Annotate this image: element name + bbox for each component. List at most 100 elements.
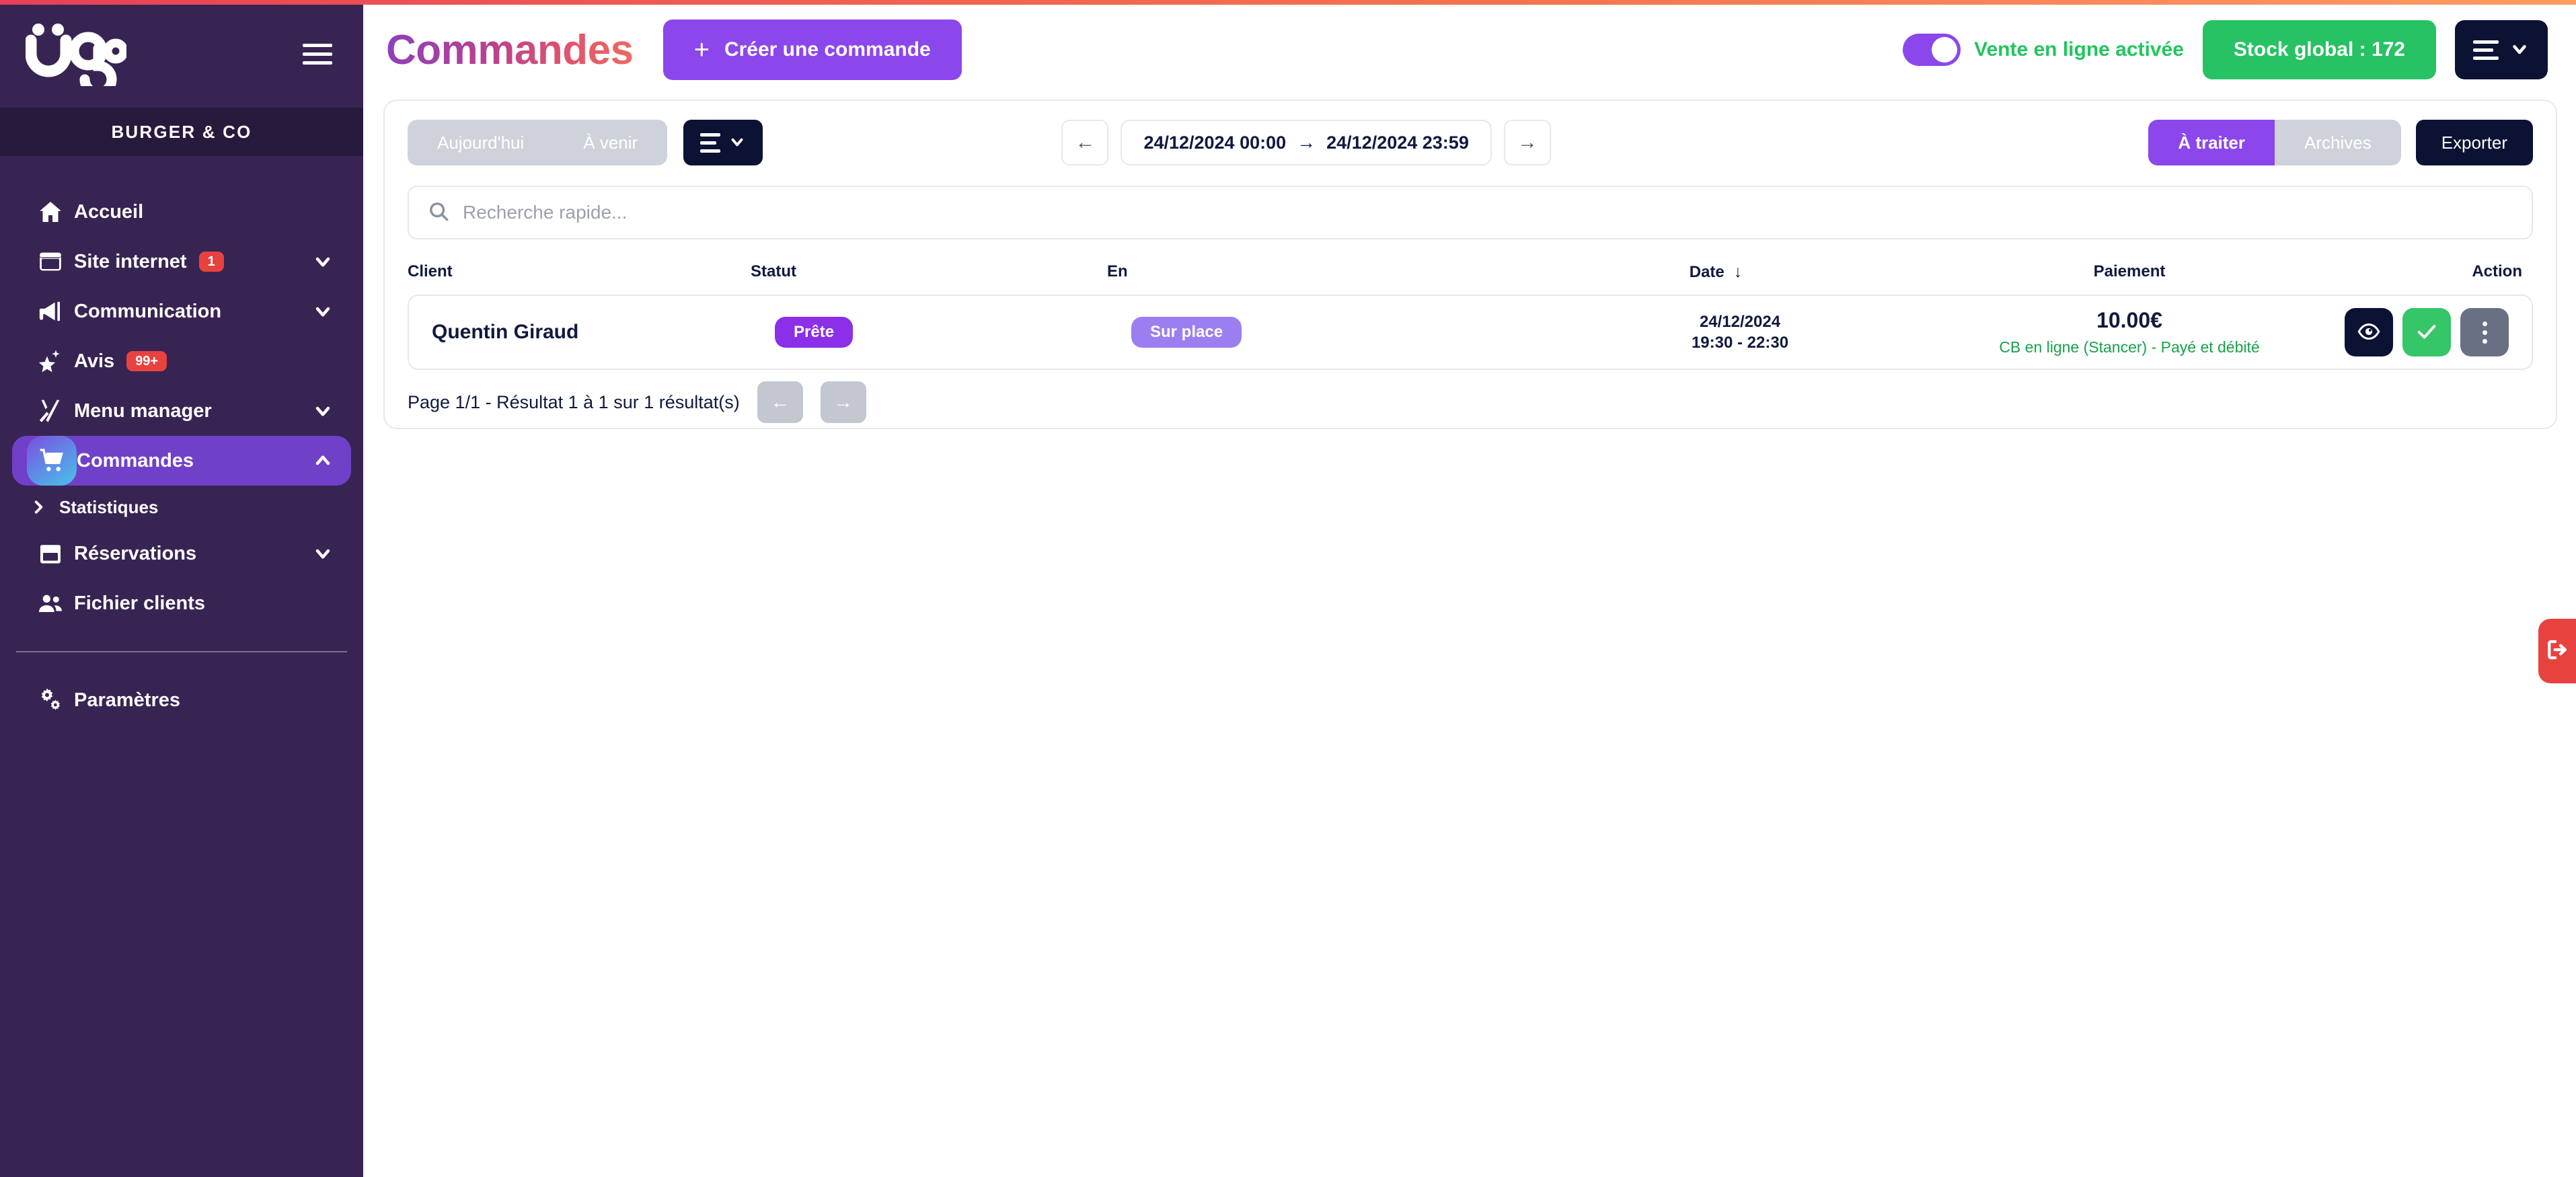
sort-descending-icon: ↓ bbox=[1733, 262, 1743, 281]
header-right-controls: Vente en ligne activée Stock global : 17… bbox=[1903, 20, 2548, 79]
date-range-separator-icon: → bbox=[1297, 132, 1316, 153]
chevron-down-icon bbox=[2509, 39, 2530, 61]
date-filter-segment-group: Aujourd'hui À venir bbox=[408, 120, 668, 165]
pagination-prev-button[interactable]: ← bbox=[757, 381, 803, 423]
date-next-button[interactable]: → bbox=[1503, 120, 1551, 165]
chevron-down-icon bbox=[728, 133, 746, 153]
orders-table: Client Statut En Date ↓ Paiement Action Q… bbox=[385, 253, 2556, 370]
column-header-date[interactable]: Date ↓ bbox=[1484, 262, 1948, 282]
column-header-statut: Statut bbox=[751, 262, 796, 280]
search-bar[interactable] bbox=[408, 186, 2533, 239]
chevron-down-icon[interactable] bbox=[312, 543, 334, 564]
search-icon bbox=[428, 200, 449, 225]
segment-a-traiter[interactable]: À traiter bbox=[2148, 120, 2275, 165]
more-actions-button[interactable] bbox=[2460, 308, 2509, 356]
chevron-right-icon bbox=[30, 498, 59, 516]
segment-aujourdhui[interactable]: Aujourd'hui bbox=[408, 120, 554, 165]
cell-statut: Prête bbox=[775, 317, 1131, 348]
cell-action bbox=[2287, 308, 2509, 356]
cell-date: 24/12/2024 19:30 - 22:30 bbox=[1508, 311, 1972, 353]
cell-paiement: 10.00€ CB en ligne (Stancer) - Payé et d… bbox=[1972, 308, 2287, 356]
shopping-cart-icon bbox=[27, 436, 77, 486]
sidebar-collapse-button[interactable] bbox=[303, 43, 332, 65]
chevron-down-icon[interactable] bbox=[312, 251, 334, 272]
sidebar-item-reservations[interactable]: Réservations bbox=[12, 529, 351, 578]
ugo-logo[interactable] bbox=[26, 22, 126, 86]
create-order-button[interactable]: + Créer une commande bbox=[662, 20, 962, 80]
sidebar-subitem-label: Statistiques bbox=[59, 496, 159, 517]
date-prev-button[interactable]: ← bbox=[1061, 120, 1109, 165]
pagination-next-button[interactable]: → bbox=[820, 381, 866, 423]
sidebar-item-avis[interactable]: Avis 99+ bbox=[12, 336, 351, 386]
sidebar-item-accueil[interactable]: Accueil bbox=[12, 187, 351, 237]
sidebar-badge-avis: 99+ bbox=[126, 351, 167, 371]
search-input[interactable] bbox=[463, 187, 2513, 238]
chevron-down-icon[interactable] bbox=[312, 301, 334, 322]
sidebar-item-site-internet[interactable]: Site internet 1 bbox=[12, 237, 351, 287]
order-time-range: 19:30 - 22:30 bbox=[1691, 334, 1789, 352]
filter-menu-button[interactable] bbox=[683, 120, 763, 165]
calendar-icon bbox=[27, 540, 74, 567]
validate-order-button[interactable] bbox=[2402, 308, 2451, 356]
table-row[interactable]: Quentin Giraud Prête Sur place 24/12/202… bbox=[408, 295, 2533, 370]
online-sales-toggle[interactable] bbox=[1903, 34, 1961, 66]
sidebar-item-label: Fichier clients bbox=[74, 592, 206, 614]
page-title: Commandes bbox=[386, 26, 634, 73]
cell-client: Quentin Giraud bbox=[432, 321, 579, 343]
column-header-client: Client bbox=[408, 262, 453, 280]
stock-global-button[interactable]: Stock global : 172 bbox=[2202, 20, 2436, 79]
check-icon bbox=[2415, 320, 2438, 345]
logout-tab-button[interactable] bbox=[2538, 619, 2576, 683]
restaurant-name-bar: BURGER & CO bbox=[0, 108, 363, 156]
column-header-en: En bbox=[1107, 262, 1128, 280]
view-order-button[interactable] bbox=[2345, 308, 2393, 356]
online-sales-toggle-label: Vente en ligne activée bbox=[1974, 38, 2184, 61]
chevron-down-icon[interactable] bbox=[312, 400, 334, 422]
online-sales-toggle-group[interactable]: Vente en ligne activée bbox=[1903, 34, 2184, 66]
hamburger-line bbox=[303, 52, 332, 56]
column-header-action: Action bbox=[2472, 262, 2522, 280]
sparkle-star-icon bbox=[27, 348, 74, 375]
logout-icon bbox=[2546, 638, 2569, 665]
megaphone-icon bbox=[27, 298, 74, 325]
date-range-display[interactable]: 24/12/2024 00:00 → 24/12/2024 23:59 bbox=[1121, 120, 1492, 165]
segment-archives[interactable]: Archives bbox=[2275, 120, 2401, 165]
chevron-up-icon[interactable] bbox=[312, 450, 334, 471]
users-icon bbox=[27, 590, 74, 617]
shopping-cart-icon-tile bbox=[27, 436, 77, 486]
eye-icon bbox=[2357, 320, 2380, 345]
top-gradient-accent-bar bbox=[0, 0, 2576, 5]
hamburger-line bbox=[303, 61, 332, 65]
sidebar-item-label: Paramètres bbox=[74, 689, 180, 711]
segment-a-venir[interactable]: À venir bbox=[554, 120, 667, 165]
sidebar-subitem-statistiques[interactable]: Statistiques bbox=[12, 486, 351, 529]
sidebar-item-label: Communication bbox=[74, 300, 222, 322]
sidebar-item-communication[interactable]: Communication bbox=[12, 287, 351, 336]
order-date: 24/12/2024 bbox=[1699, 312, 1781, 331]
ugo-logo-icon bbox=[26, 24, 126, 86]
sidebar-item-parametres[interactable]: Paramètres bbox=[12, 675, 351, 725]
sidebar-item-label: Réservations bbox=[74, 542, 197, 564]
pagination: Page 1/1 - Résultat 1 à 1 sur 1 résultat… bbox=[385, 370, 2556, 434]
browser-icon bbox=[27, 248, 74, 275]
view-segment-group: À traiter Archives bbox=[2148, 120, 2401, 165]
sidebar-header bbox=[0, 0, 363, 108]
header-menu-button[interactable] bbox=[2455, 20, 2548, 79]
sidebar-item-label: Menu manager bbox=[74, 400, 212, 422]
orders-panel: Aujourd'hui À venir ← 24/12/2024 00:00 →… bbox=[383, 100, 2557, 429]
sidebar-item-menu-manager[interactable]: Menu manager bbox=[12, 386, 351, 436]
sidebar: BURGER & CO Accueil Site internet 1 Comm… bbox=[0, 0, 363, 1177]
sidebar-item-label: Avis bbox=[74, 350, 115, 372]
list-icon bbox=[2473, 40, 2499, 60]
main-content: Commandes + Créer une commande Vente en … bbox=[363, 0, 2576, 1177]
order-type-badge: Sur place bbox=[1131, 317, 1242, 348]
date-range-end: 24/12/2024 23:59 bbox=[1326, 132, 1469, 153]
sidebar-item-commandes[interactable]: Commandes bbox=[12, 436, 351, 486]
sidebar-badge-site-internet: 1 bbox=[198, 252, 224, 272]
toolbar-right-controls: À traiter Archives Exporter bbox=[2148, 120, 2533, 165]
sidebar-item-fichier-clients[interactable]: Fichier clients bbox=[12, 578, 351, 628]
sidebar-item-label: Site internet bbox=[74, 250, 187, 272]
restaurant-name: BURGER & CO bbox=[111, 121, 252, 142]
export-button[interactable]: Exporter bbox=[2415, 120, 2533, 165]
orders-toolbar: Aujourd'hui À venir ← 24/12/2024 00:00 →… bbox=[385, 101, 2556, 169]
